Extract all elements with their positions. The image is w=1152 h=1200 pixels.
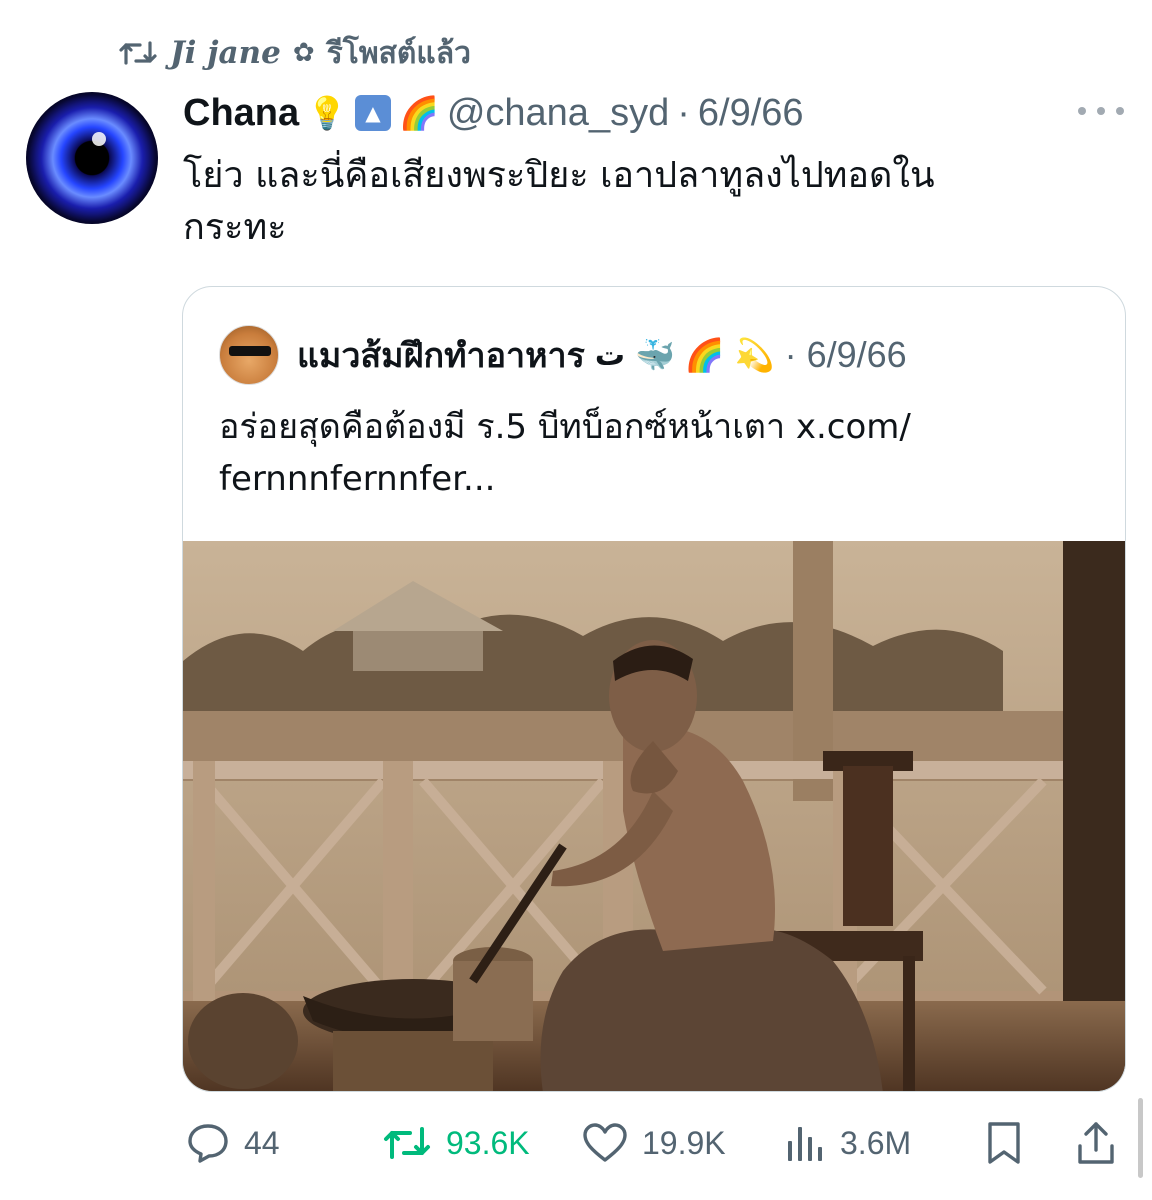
quoted-tweet-text: อร่อยสุดคือต้องมี ร.5 บีทบ็อกซ์หน้าเตา x… <box>219 407 911 499</box>
reply-button[interactable]: 44 <box>186 1110 280 1176</box>
share-button[interactable] <box>1076 1110 1116 1176</box>
like-count: 19.9K <box>642 1124 726 1161</box>
tweet-text: โย่ว และนี่คือเสียงพระปิยะ เอาปลาทูลงไปท… <box>183 155 935 248</box>
scrollbar-thumb[interactable] <box>1138 1098 1143 1178</box>
share-icon <box>1076 1120 1116 1166</box>
quoted-photo[interactable] <box>183 541 1126 1092</box>
views-icon <box>786 1123 826 1163</box>
quoted-tweet-card[interactable]: แมวส้มฝึกทำอาหาร ت 🐳 🌈 💫 · 6/9/66 อร่อยส… <box>182 286 1126 1092</box>
author-emoji-up-button: ▲ <box>354 95 391 131</box>
quoted-author-avatar <box>219 325 279 385</box>
quoted-author-suffix: ت <box>594 337 626 373</box>
avatar-glint <box>92 132 106 146</box>
repost-label: รีโพสต์แล้ว <box>326 35 471 71</box>
repost-indicator[interactable]: Ji jane ✿ รีโพสต์แล้ว <box>118 30 471 76</box>
repost-username[interactable]: Ji jane <box>170 35 281 71</box>
reply-count: 44 <box>244 1124 280 1161</box>
author-avatar[interactable] <box>26 92 158 224</box>
author-handle[interactable]: @chana_syd <box>447 92 669 135</box>
quoted-author-name: แมวส้มฝึกทำอาหาร <box>297 336 585 376</box>
action-bar: 44 93.6K 19.9K 3.6M <box>0 1110 1152 1176</box>
author-emoji-lightbulb: 💡 <box>307 94 347 132</box>
repost-count: 93.6K <box>446 1124 530 1161</box>
bookmark-button[interactable] <box>986 1110 1022 1176</box>
more-icon[interactable] <box>1078 96 1124 126</box>
author-emoji-rainbow: 🌈 <box>398 94 439 132</box>
repost-button[interactable]: 93.6K <box>382 1110 530 1176</box>
tweet-header: Chana 💡 ▲ 🌈 @chana_syd · 6/9/66 <box>183 88 804 138</box>
quoted-separator: · <box>784 334 797 375</box>
tweet-date[interactable]: 6/9/66 <box>698 92 804 135</box>
header-separator: · <box>677 91 690 134</box>
bookmark-icon <box>986 1120 1022 1166</box>
quoted-emoji-dizzy: 💫 <box>734 336 775 374</box>
retweet-icon <box>382 1123 432 1163</box>
author-name[interactable]: Chana <box>183 92 299 135</box>
quoted-tweet-date: 6/9/66 <box>806 334 907 375</box>
quoted-emoji-whale: 🐳 <box>635 336 675 374</box>
retweet-icon <box>118 37 158 69</box>
quoted-emoji-rainbow: 🌈 <box>684 336 725 374</box>
like-button[interactable]: 19.9K <box>582 1110 726 1176</box>
quoted-tweet-header: แมวส้มฝึกทำอาหาร ت 🐳 🌈 💫 · 6/9/66 <box>219 323 907 387</box>
views-button[interactable]: 3.6M <box>786 1110 911 1176</box>
view-count: 3.6M <box>840 1124 912 1161</box>
like-icon <box>582 1122 628 1164</box>
reply-icon <box>186 1121 230 1165</box>
repost-flower-glyph: ✿ <box>292 38 315 68</box>
